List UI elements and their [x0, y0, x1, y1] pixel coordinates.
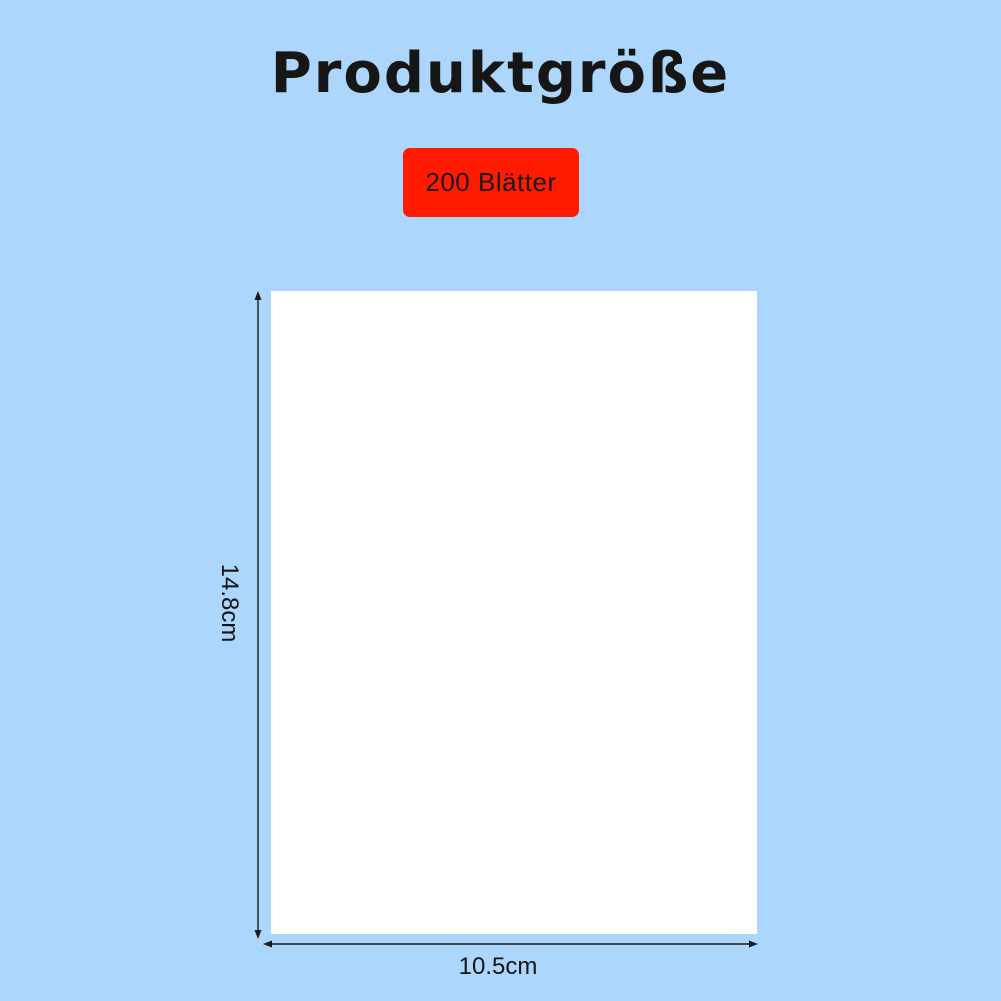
product-size-graphic: Produktgröße 200 Blätter 14.8cm 10.5cm: [0, 0, 1001, 1001]
height-dimension-line: [254, 291, 262, 939]
dimension-lines: [254, 291, 758, 948]
height-label: 14.8cm: [216, 563, 243, 643]
width-label: 10.5cm: [458, 953, 538, 980]
width-dimension-line: [263, 940, 758, 948]
